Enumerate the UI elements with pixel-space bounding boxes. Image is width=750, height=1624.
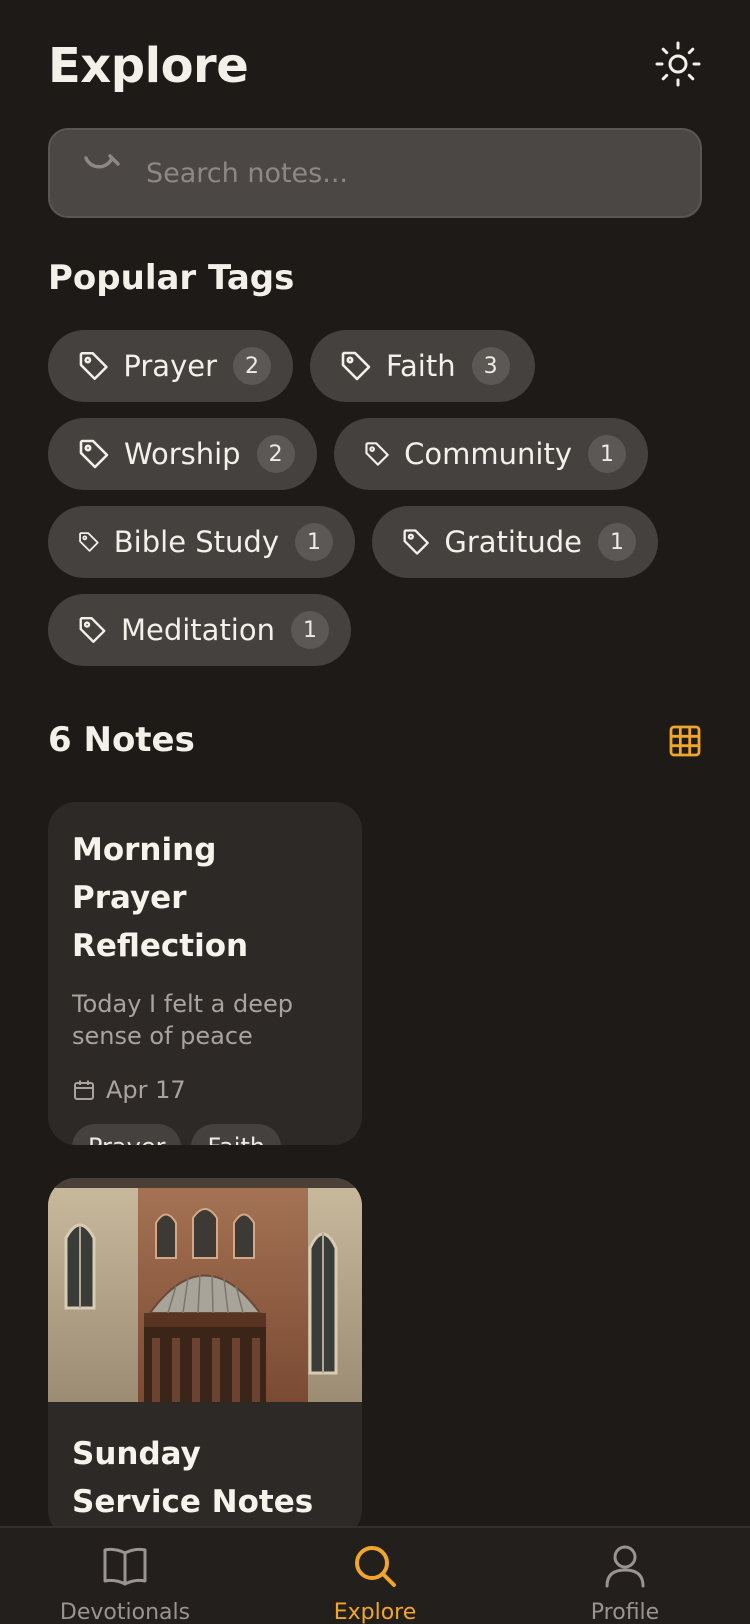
tag-count-badge: 2 xyxy=(233,347,271,385)
tag-count-badge: 1 xyxy=(598,523,636,561)
tag-count-badge: 3 xyxy=(471,347,510,385)
header: Explore xyxy=(48,36,702,96)
book-icon xyxy=(103,1547,147,1586)
tag-icon xyxy=(79,617,106,643)
note-tag[interactable]: Faith xyxy=(191,1124,282,1145)
grid-icon[interactable] xyxy=(668,724,702,758)
note-card[interactable]: Sunday Service Notes xyxy=(48,1178,362,1538)
tag-icon xyxy=(79,532,99,552)
page-title: Explore xyxy=(48,38,249,94)
tag-count-badge: 1 xyxy=(295,523,333,561)
nav-label: Profile xyxy=(590,1600,660,1624)
tag-chip-faith[interactable]: Faith 3 xyxy=(310,330,535,402)
tag-label: Bible Study xyxy=(113,525,279,559)
nav-item-devotionals[interactable]: Devotionals xyxy=(35,1542,215,1624)
tag-label: Community xyxy=(404,437,572,471)
note-date: Apr 17 xyxy=(72,1076,338,1104)
note-card-body: Sunday Service Notes xyxy=(48,1406,362,1526)
tag-label: Gratitude xyxy=(444,525,582,559)
tag-chip-prayer[interactable]: Prayer 2 xyxy=(48,330,293,402)
notes-count-heading: 6 Notes xyxy=(48,720,195,760)
tag-chip-bible-study[interactable]: Bible Study 1 xyxy=(48,506,355,578)
tag-label: Prayer xyxy=(123,349,217,383)
note-title: Sunday Service Notes xyxy=(72,1436,314,1520)
note-excerpt: Today I felt a deep sense of peace durin… xyxy=(72,990,294,1050)
search-icon xyxy=(355,1546,396,1587)
nav-item-explore[interactable]: Explore xyxy=(285,1542,465,1624)
theme-toggle-button[interactable] xyxy=(654,40,702,88)
user-icon xyxy=(605,1545,645,1588)
tag-icon xyxy=(341,351,371,381)
tag-chip-gratitude[interactable]: Gratitude 1 xyxy=(372,506,658,578)
tag-count-badge: 2 xyxy=(256,435,295,473)
tag-count-badge: 1 xyxy=(588,435,626,473)
search-input[interactable] xyxy=(146,130,666,216)
tag-chip-meditation[interactable]: Meditation 1 xyxy=(48,594,351,666)
note-card[interactable]: Morning Prayer Reflection Today I felt a… xyxy=(48,802,362,1145)
tag-icon xyxy=(403,529,429,555)
bottom-nav: Devotionals Explore Profile xyxy=(0,1526,750,1624)
sun-icon xyxy=(655,41,701,87)
note-date-text: Apr 17 xyxy=(106,1076,186,1104)
nav-label: Devotionals xyxy=(59,1600,191,1624)
tag-icon xyxy=(365,442,389,466)
tag-count-badge: 1 xyxy=(291,611,329,649)
tag-chip-community[interactable]: Community 1 xyxy=(334,418,648,490)
note-tag[interactable]: Prayer xyxy=(72,1124,182,1145)
popular-tags-heading: Popular Tags xyxy=(48,258,295,298)
search-icon xyxy=(84,154,120,169)
tag-label: Worship xyxy=(124,437,241,471)
tag-label: Meditation xyxy=(120,613,275,647)
nav-item-profile[interactable]: Profile xyxy=(535,1542,715,1624)
cathedral-facade-image xyxy=(48,1178,362,1402)
note-title: Morning Prayer Reflection xyxy=(72,832,249,964)
nav-label: Explore xyxy=(333,1600,417,1624)
search-bar[interactable] xyxy=(48,128,702,218)
tag-label: Faith xyxy=(386,349,456,383)
tag-icon xyxy=(79,351,108,381)
tag-chip-worship[interactable]: Worship 2 xyxy=(48,418,317,490)
calendar-icon xyxy=(74,1080,94,1100)
tag-icon xyxy=(79,439,109,469)
note-tags: Prayer Faith xyxy=(72,1124,338,1145)
